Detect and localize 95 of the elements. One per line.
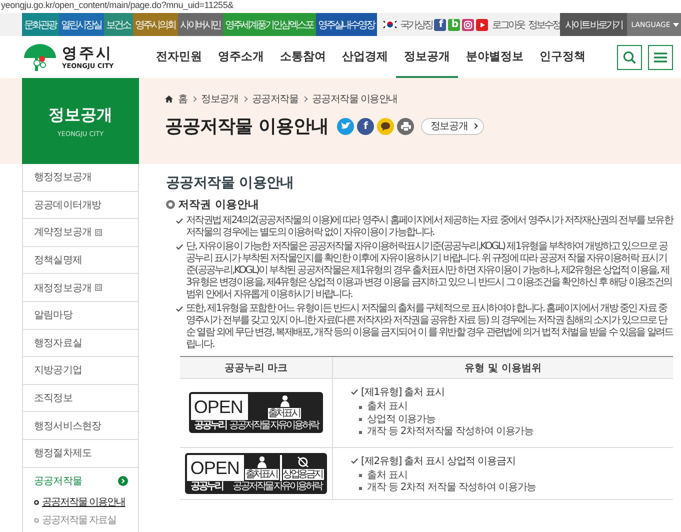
- sidebar-subitem[interactable]: 공공저작물 자료실: [34, 513, 138, 528]
- check-icon: [351, 389, 358, 395]
- sidebar-item[interactable]: 공공저작물: [23, 468, 138, 496]
- section-heading: 저작권 이용안내: [178, 197, 259, 212]
- mark-caption: 공공저작물 자유이용허락: [228, 420, 318, 432]
- menu-icon: [654, 52, 667, 62]
- sidebar-item[interactable]: 행정절차제도: [23, 440, 138, 468]
- sidebar-subitem[interactable]: 공공저작물 이용안내: [34, 495, 138, 510]
- address-bar[interactable]: yeongju.go.kr/open_content/main/page.do?mnu_uid=11255&: [0, 0, 234, 11]
- license-term: 개작 등 2차적 저작물 작성하여 이용가능: [367, 482, 536, 494]
- quick-link[interactable]: 문화관광: [22, 13, 59, 36]
- circle-icon: [34, 518, 39, 523]
- nav-item[interactable]: 소통참여: [272, 36, 334, 78]
- breadcrumb-link[interactable]: 공공저작물: [252, 92, 298, 106]
- national-symbol-link[interactable]: 국가상징: [400, 18, 432, 32]
- license-term: 출처 표시: [367, 401, 408, 414]
- chevron-icon: [191, 96, 198, 102]
- circle-icon: [34, 500, 39, 505]
- share-button[interactable]: [377, 118, 394, 134]
- home-icon: [165, 95, 173, 103]
- paragraph: 단, 자유이용이 가능한 저작물은 공공저작물 자유이용허락표시기준(공공누리,KOGL) 제1유형을 부착하여 개방하고 있으므로 공공누리 표시가 부착된 저작물인지를 확인한 이후에 자유이용하시기 바랍니다. 위 규정에 따라 공공저 작물 자유이용허락 표시기준(공공누리,KOGL)이 부착된 공공저작물은 제1유형의 경우 출처표시만 하면 자유이용이 가능하나, 제2유형은 상업적 이용을, 제3유형은 변경이용을, 제4유형은 상업적 이용과 변경 이용을 금지하고 있으 니 반드시 그 이용조건을 확인하신 후 해당 이용조건의 범위 안에서 자유롭게 이용하시기 바랍니다.: [186, 241, 673, 301]
- bullet-icon: [359, 486, 362, 490]
- check-icon: [351, 458, 358, 464]
- mark-brand: 공공누리: [190, 480, 222, 492]
- search-button[interactable]: [617, 44, 642, 70]
- sidebar-item[interactable]: 재정정보공개: [23, 274, 138, 302]
- check-icon: [176, 244, 183, 250]
- mark-word: OPEN: [189, 456, 240, 480]
- speech-bubble-icon: [381, 122, 390, 130]
- breadcrumb-link[interactable]: 홈: [178, 92, 188, 106]
- play-icon[interactable]: [476, 18, 488, 30]
- utility-link[interactable]: 로그아웃: [492, 13, 524, 36]
- utility-link[interactable]: 정보수정: [528, 13, 560, 36]
- license-term: 출처 표시: [367, 470, 408, 482]
- sidebar-item[interactable]: 정책실명제: [23, 246, 138, 274]
- license-type: [제2유형] 출처 표시 상업적 이용금지: [361, 454, 516, 468]
- nav-item[interactable]: 전자민원: [148, 36, 210, 78]
- flag-icon: [382, 19, 398, 30]
- camera-icon[interactable]: [462, 18, 474, 30]
- license-term: 개작 등 2차적저작물 작성하여 이용가능: [367, 426, 534, 438]
- bullet-icon: [359, 474, 362, 478]
- sidebar-item[interactable]: 행정자료실: [23, 330, 138, 358]
- paragraph: 또한, 제1유형을 포함한 어느 유형이든 반드시 저작물의 출처를 구체적으로 표시하여야 합니다. 홈페이지에서 개방 중인 자료 중 영주시가 전부를 갖고 있지 아니한 자료(다른 저작자와 저작권을 공유한 자료 등) 의 경우에는 저작권 침해의 소지가 있으므로 단순 열람 외에 무단 변경, 복제배포, 개작 등의 이용을 금지되어 이 를 위반할 경우 관련법에 의거 법적 처벌을 받을 수 있음을 알려드립니다.: [186, 303, 673, 351]
- search-icon: [623, 50, 636, 64]
- chevron-icon: [472, 123, 478, 129]
- caret-icon: [673, 22, 680, 26]
- bird-icon: [340, 122, 351, 130]
- section-menu-button[interactable]: 정보공개: [421, 118, 484, 134]
- chevron-icon: [242, 96, 248, 102]
- nav-item[interactable]: 분야별정보: [458, 36, 532, 78]
- quick-link[interactable]: 사이버시민: [178, 13, 223, 36]
- page-title: 공공저작물 이용안내: [165, 115, 328, 138]
- column-header: 공공누리 마크: [180, 357, 333, 378]
- section-title: 공공저작물 이용안내: [166, 174, 295, 192]
- quick-link[interactable]: 영주실내수영장: [316, 13, 377, 36]
- nav-item[interactable]: 산업경제: [334, 36, 396, 78]
- menu-button[interactable]: [648, 44, 673, 70]
- check-icon: [176, 306, 183, 312]
- share-button[interactable]: [397, 118, 414, 134]
- quick-link[interactable]: 영주세계풍기인삼엑스포: [223, 13, 316, 36]
- column-header: 유형 및 이용범위: [464, 362, 542, 376]
- nav-item[interactable]: 인구정책: [531, 36, 594, 78]
- logo-name[interactable]: 영주시: [62, 44, 114, 62]
- paragraph: 저작권법 제24의2(공공저작물의 이용)에 따라 영주시 홈페이지에서 제공하는 자료 중에서 영주시가 저작재산권의 전부를 보유한 저작물의 경우에는 별도의 이용허락 없이 자유이용이 가능합니다.: [186, 215, 673, 239]
- sidebar-item[interactable]: 행정서비스현장: [23, 412, 138, 440]
- license-term: 상업적 이용가능: [367, 414, 436, 426]
- sidebar-item[interactable]: 공공데이터개방: [23, 192, 138, 220]
- breadcrumb-link[interactable]: 정보공개: [201, 92, 238, 106]
- quick-link[interactable]: 열린시장실: [59, 13, 104, 36]
- sidebar-title: 정보공개: [48, 104, 112, 126]
- badge-label: 상업용금지: [282, 468, 324, 480]
- site-shortcut-button[interactable]: 사이트 바로가기: [560, 13, 628, 36]
- check-icon: [176, 218, 183, 224]
- quick-link[interactable]: 보건소: [104, 13, 133, 36]
- printer-icon: [400, 122, 411, 130]
- mark-caption: 공공저작물 자유이용허락: [232, 480, 322, 492]
- mark-word: OPEN: [192, 396, 244, 420]
- sidebar-item[interactable]: 지방공기업: [23, 357, 138, 385]
- sidebar-item[interactable]: 행정정보공개: [23, 164, 138, 192]
- bullet-icon: [359, 430, 362, 434]
- bullet-icon: [359, 418, 362, 422]
- sidebar-item[interactable]: 조직정보: [23, 384, 138, 412]
- chevron-icon: [302, 96, 308, 102]
- breadcrumb-link[interactable]: 공공저작물 이용안내: [312, 92, 398, 106]
- mark-brand: 공공누리: [194, 420, 226, 432]
- quick-link[interactable]: 영주시의회: [133, 13, 178, 36]
- letter-icon[interactable]: f: [434, 18, 446, 30]
- sidebar-item[interactable]: 계약정보공개: [23, 219, 138, 247]
- license-type: [제1유형] 출처 표시: [361, 386, 444, 399]
- ring-icon: [166, 200, 175, 209]
- nav-item[interactable]: 영주소개: [210, 36, 272, 78]
- tree-logo-icon: [22, 42, 58, 72]
- bullet-icon: [359, 406, 362, 409]
- share-button[interactable]: f: [357, 118, 374, 134]
- sidebar-item[interactable]: 알림마당: [23, 302, 138, 330]
